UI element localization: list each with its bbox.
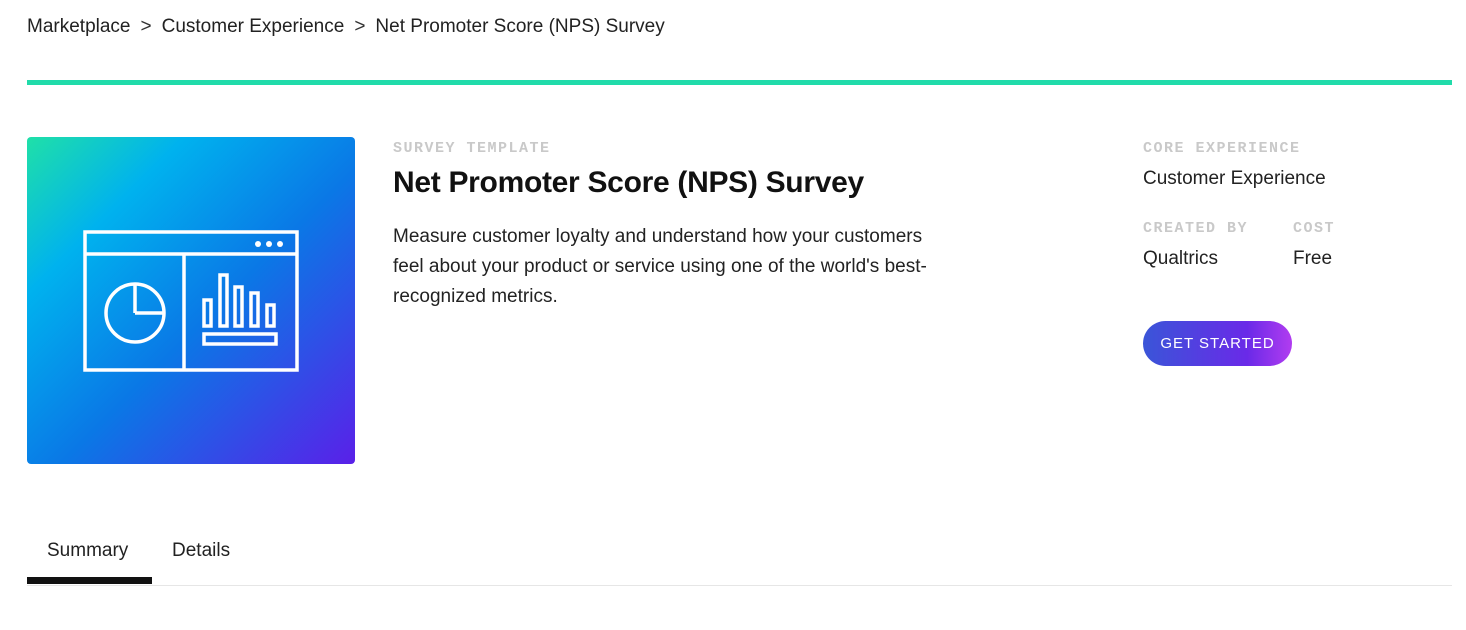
dashboard-window-icon [83, 230, 299, 372]
core-experience-value: Customer Experience [1143, 168, 1326, 189]
page-title: Net Promoter Score (NPS) Survey [393, 166, 864, 199]
template-meta: CORE EXPERIENCE Customer Experience CREA… [1143, 140, 1443, 270]
accent-divider [27, 80, 1452, 85]
cost-label: COST [1293, 220, 1336, 237]
tab-bar: Summary Details [27, 530, 1452, 586]
cost-value: Free [1293, 248, 1333, 269]
created-by-label: CREATED BY [1143, 220, 1249, 237]
breadcrumb-separator: > [354, 16, 366, 37]
breadcrumb-current-page: Net Promoter Score (NPS) Survey [375, 16, 665, 37]
template-info: SURVEY TEMPLATE Net Promoter Score (NPS)… [393, 140, 953, 312]
breadcrumb-separator: > [140, 16, 152, 37]
breadcrumb-marketplace[interactable]: Marketplace [27, 16, 131, 38]
core-experience-label: CORE EXPERIENCE [1143, 140, 1301, 157]
breadcrumb: Marketplace > Customer Experience > Net … [27, 16, 665, 38]
tab-details[interactable]: Details [172, 540, 230, 562]
tab-summary[interactable]: Summary [47, 540, 128, 562]
get-started-button[interactable]: GET STARTED [1143, 321, 1292, 366]
breadcrumb-customer-experience[interactable]: Customer Experience [162, 16, 345, 38]
active-tab-indicator [27, 577, 152, 584]
template-description: Measure customer loyalty and understand … [393, 226, 927, 307]
template-hero-image [27, 137, 355, 464]
template-type-label: SURVEY TEMPLATE [393, 140, 551, 157]
created-by-value: Qualtrics [1143, 248, 1218, 269]
